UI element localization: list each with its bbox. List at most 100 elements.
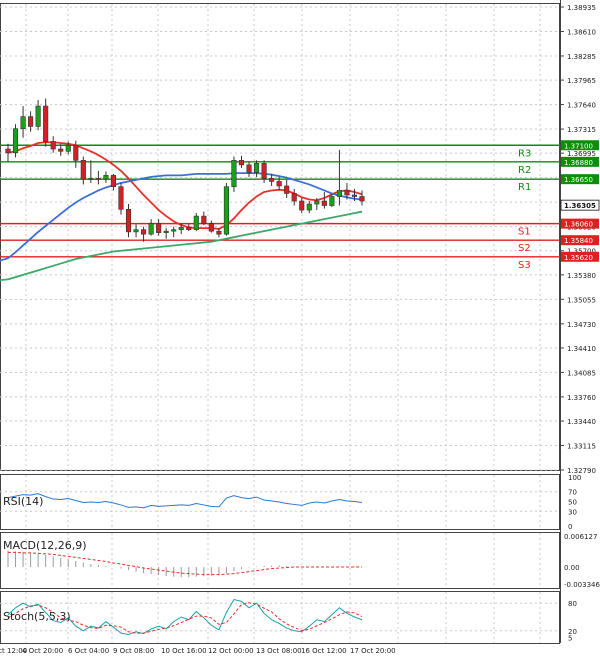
price-tick-label: 1.38285 — [567, 53, 596, 61]
candle-body — [118, 186, 124, 210]
candle-body — [65, 144, 71, 152]
macd-tick-label: -0.003346 — [564, 581, 600, 589]
candle-body — [20, 116, 26, 129]
candle-body — [246, 164, 252, 173]
price-panel — [0, 3, 560, 471]
x-axis-label: 12 Oct 00:00 — [208, 647, 254, 655]
level-label-s1: S1 — [518, 227, 531, 238]
candle-body — [95, 178, 101, 180]
candle-body — [148, 223, 154, 235]
level-label-s3: S3 — [518, 260, 531, 271]
candle-body — [186, 227, 192, 230]
level-label-r2: R2 — [518, 165, 531, 176]
candle — [12, 124, 19, 158]
candle-body — [321, 200, 327, 206]
candle-body — [291, 193, 297, 202]
price-tick-label: 1.37640 — [567, 102, 596, 110]
stoch-panel — [0, 591, 560, 644]
candle-body — [156, 223, 162, 233]
candle-body — [336, 190, 342, 197]
candle-body — [28, 116, 34, 127]
candle-body — [216, 230, 222, 235]
candle-body — [163, 230, 169, 233]
candle-body — [299, 200, 305, 211]
level-tag-s1: 1.36060 — [564, 221, 593, 229]
candle-body — [253, 163, 260, 173]
stoch-tick-label: 5 — [568, 635, 572, 643]
level-tag-s3: 1.35620 — [564, 254, 593, 262]
forex-chart: 1.38935 1.38610 1.38285 1.37965 1.37640 1.373… — [0, 0, 600, 659]
candle-body — [193, 215, 199, 230]
level-tag-r1: 1.36650 — [564, 176, 593, 184]
stoch-title: Stoch(5,5,3) — [3, 610, 71, 623]
stoch-tick-label: 80 — [568, 600, 577, 608]
price-tick-label: 1.33115 — [567, 443, 596, 451]
candle-body — [351, 194, 358, 197]
price-tick-label: 1.33760 — [567, 394, 596, 402]
x-axis-label: 4 Oct 20:00 — [22, 647, 63, 655]
macd-title: MACD(12,26,9) — [3, 539, 87, 552]
candle — [223, 182, 229, 236]
candle-body — [5, 148, 11, 154]
price-tick-label: 1.35380 — [567, 272, 596, 280]
candle — [231, 156, 237, 192]
candle-body — [329, 196, 335, 206]
candle-body — [171, 229, 177, 232]
price-tick-label: 1.35055 — [567, 296, 596, 304]
level-tag-s2: 1.35840 — [564, 237, 593, 245]
macd-tick-label: 0.006127 — [564, 533, 597, 541]
x-axis-label: 6 Oct 04:00 — [68, 647, 109, 655]
x-axis-label: 9 Oct 08:00 — [113, 647, 154, 655]
x-axis-label: 10 Oct 16:00 — [161, 647, 207, 655]
candle-body — [178, 227, 184, 230]
level-label-r1: R1 — [518, 182, 531, 193]
chart-svg: 1.38935 1.38610 1.38285 1.37965 1.37640 1.373… — [0, 0, 600, 655]
candle-body — [125, 209, 132, 233]
candle-body — [201, 215, 207, 224]
candle-body — [261, 163, 267, 179]
candle-body — [43, 105, 49, 142]
price-tick-label: 1.38610 — [567, 28, 596, 36]
rsi-tick-label: 0 — [568, 523, 572, 531]
candle-body — [80, 160, 86, 180]
candle-body — [110, 175, 117, 187]
candle-body — [50, 141, 56, 150]
price-tick-label: 1.34730 — [567, 321, 596, 329]
price-tick-label: 1.37965 — [567, 77, 596, 85]
level-tag-r2: 1.36880 — [564, 159, 593, 167]
candle-body — [12, 128, 19, 154]
candle-body — [208, 223, 214, 232]
candle-body — [88, 178, 94, 180]
rsi-tick-label: 70 — [568, 489, 577, 497]
rsi-title: RSI(14) — [3, 495, 43, 508]
candle-body — [238, 160, 245, 166]
candle-body — [223, 186, 229, 235]
macd-tick-label: 0.00 — [564, 564, 580, 572]
price-tick-label: 1.38935 — [567, 4, 596, 12]
candle-body — [133, 229, 139, 233]
level-label-r3: R3 — [518, 148, 531, 159]
x-axis-label: 17 Oct 20:00 — [350, 647, 396, 655]
x-axis-label: 16 Oct 12:00 — [301, 647, 347, 655]
price-tick-label: 1.37315 — [567, 126, 596, 134]
candle-body — [284, 185, 290, 194]
candle-body — [103, 175, 109, 180]
current-price-tag: 1.36305 — [564, 202, 596, 210]
candle-body — [344, 190, 350, 196]
level-label-s2: S2 — [518, 243, 531, 254]
candle-body — [58, 148, 64, 152]
price-tick-label: 1.34410 — [567, 345, 596, 353]
candle-body — [35, 105, 41, 127]
x-axis-label: 13 Oct 08:00 — [256, 647, 302, 655]
candle-body — [141, 229, 147, 235]
rsi-tick-label: 100 — [568, 474, 581, 482]
price-tick-label: 1.33440 — [567, 418, 596, 426]
candle-body — [276, 181, 282, 187]
level-tag-r3: 1.37100 — [564, 142, 593, 150]
candle-body — [314, 200, 320, 205]
candle-body — [359, 196, 365, 202]
candle-body — [269, 178, 275, 182]
ma-line-extension — [0, 278, 9, 282]
rsi-tick-label: 30 — [568, 508, 577, 516]
candle-body — [231, 160, 237, 187]
